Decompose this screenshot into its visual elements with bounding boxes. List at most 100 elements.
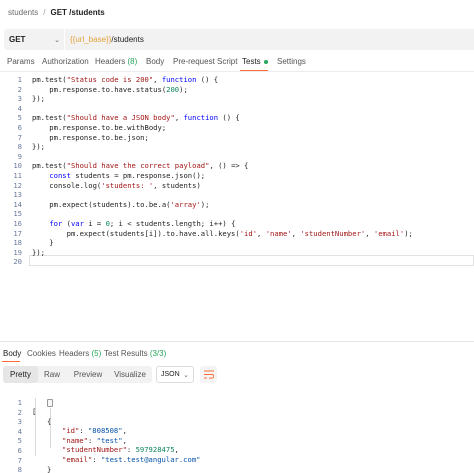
method-label: GET [9, 35, 26, 44]
json-line: 5 "studentNumber": 597928475, [0, 427, 474, 454]
fold-icon[interactable] [47, 398, 53, 407]
json-line: 3 "id": "808508", [0, 408, 474, 435]
code-line: 4 [0, 104, 474, 114]
line-number: 17 [13, 228, 22, 238]
line-number: 7 [17, 132, 22, 142]
response-tab-headers[interactable]: Headers (5) [59, 349, 101, 358]
response-tabs: Body Cookies Headers (5) Test Results (3… [0, 347, 474, 362]
request-tabs: Params Authorization Headers (8) Body Pr… [0, 55, 474, 71]
code-line: 19}); [0, 248, 474, 258]
code-text: pm.response.to.be.json; [32, 132, 149, 142]
tab-authorization[interactable]: Authorization [42, 57, 89, 66]
line-number: 20 [13, 257, 22, 267]
view-visualize-button[interactable]: Visualize [110, 366, 150, 383]
line-number: 5 [17, 113, 22, 123]
url-variable: {{url_base}} [70, 35, 112, 44]
response-active-tab-indicator [2, 361, 20, 362]
chevron-down-icon: ⌄ [183, 371, 189, 379]
response-tab-headers-label: Headers [59, 349, 90, 358]
breadcrumb-current: GET /students [50, 7, 105, 17]
method-select[interactable]: GET ⌄ [4, 29, 64, 50]
line-number: 11 [13, 171, 22, 180]
panel-divider[interactable] [0, 341, 474, 342]
code-line: 11 const students = pm.response.json(); [0, 171, 474, 181]
json-line: 2 { [0, 398, 474, 426]
code-text: pm.response.to.have.status(200); [32, 84, 188, 94]
format-selected: JSON [161, 371, 180, 378]
code-text: for (var i = 0; i < students.length; i++… [49, 219, 236, 228]
line-number: 8 [17, 142, 22, 152]
wrap-lines-button[interactable] [200, 366, 217, 383]
json-line: 1 [ [0, 389, 474, 416]
code-line: 12 console.log('students: ', students) [0, 181, 474, 191]
code-line: 1 pm.test("Status code is 200", function … [0, 75, 474, 85]
format-select[interactable]: JSON ⌄ [156, 366, 194, 383]
tab-tests[interactable]: Tests [242, 57, 268, 66]
tab-headers-label: Headers [95, 57, 126, 66]
json-line: 7 } [0, 447, 474, 473]
code-line: 5 pm.test("Should have a JSON body", func… [0, 113, 474, 123]
view-preview-button[interactable]: Preview [69, 366, 107, 383]
status-dot-icon [263, 59, 268, 64]
tab-params[interactable]: Params [7, 57, 35, 66]
code-text: }); [32, 94, 45, 104]
breadcrumb-parent[interactable]: students [8, 8, 38, 17]
code-text: } [32, 238, 54, 248]
code-line: 9 [0, 152, 474, 162]
view-raw-button[interactable]: Raw [39, 366, 65, 383]
code-line: 8}); [0, 142, 474, 152]
tab-pre-request-script[interactable]: Pre-request Script [173, 57, 237, 66]
response-tab-test-results-label: Test Results [104, 349, 148, 358]
code-line: 6 pm.response.to.be.withBody; [0, 123, 474, 133]
code-text: pm.expect(students[i]).to.have.all.keys(… [32, 228, 413, 238]
response-body-viewer[interactable]: 1 [ 2 { 3 "id": "808508", 4 "name": "tes… [0, 389, 474, 473]
line-number: 2 [17, 84, 22, 94]
code-line: 14 pm.expect(students).to.be.a('array'); [0, 200, 474, 210]
response-tab-test-results[interactable]: Test Results (3/3) [104, 349, 166, 358]
line-number: 9 [17, 151, 22, 161]
response-toolbar: Pretty Raw Preview Visualize JSON ⌄ [0, 366, 474, 384]
code-line: 13 [0, 190, 474, 200]
breadcrumb-separator: / [43, 7, 46, 17]
line-number: 14 [13, 199, 22, 209]
test-script-editor[interactable]: 1 pm.test("Status code is 200", function … [0, 75, 474, 267]
tab-headers[interactable]: Headers (8) [95, 57, 137, 66]
line-number: 12 [13, 180, 22, 190]
code-text: console.log('students: ', students) [32, 180, 201, 190]
response-tab-headers-count: (5) [91, 349, 102, 358]
json-line-number: 8 [17, 465, 22, 473]
code-text: }); [32, 142, 45, 152]
json-line: 8 ] [0, 456, 474, 473]
code-text: const students = pm.response.json(); [49, 171, 206, 180]
code-line: 2 pm.response.to.have.status(200); [0, 85, 474, 95]
line-number: 16 [13, 219, 22, 228]
line-number: 6 [17, 123, 22, 132]
json-line: 6 "email": "test.test@angular.com" [0, 437, 474, 464]
code-line: 3}); [0, 94, 474, 104]
code-text: pm.response.to.be.withBody; [32, 123, 167, 132]
code-line: 15 [0, 209, 474, 219]
line-number: 10 [13, 161, 22, 171]
tab-tests-label: Tests [242, 57, 261, 66]
tab-body[interactable]: Body [146, 57, 164, 66]
tab-headers-count: (8) [127, 57, 138, 66]
breadcrumb: students / GET /students [8, 5, 105, 19]
tabs-divider [0, 71, 474, 72]
tab-settings[interactable]: Settings [277, 57, 306, 66]
response-tab-test-results-count: (3/3) [149, 349, 167, 358]
code-line: 16 for (var i = 0; i < students.length; … [0, 219, 474, 229]
code-line: 10 pm.test("Should have the correct paylo… [0, 161, 474, 171]
code-text: pm.test("Should have the correct payload… [32, 161, 249, 171]
url-path: /students [111, 35, 144, 44]
view-pretty-button[interactable]: Pretty [3, 366, 38, 383]
line-number: 1 [17, 75, 22, 84]
code-text: }); [32, 247, 45, 257]
code-line: 18 } [0, 238, 474, 248]
line-number: 3 [17, 94, 22, 104]
wrap-lines-icon [203, 370, 214, 379]
response-tab-cookies[interactable]: Cookies [27, 349, 56, 358]
code-text: pm.test("Should have a JSON body", funct… [32, 113, 240, 123]
response-tab-body[interactable]: Body [3, 349, 21, 358]
code-text: pm.test("Status code is 200", function (… [32, 75, 219, 84]
url-input[interactable]: {{url_base}}/students [65, 29, 474, 50]
